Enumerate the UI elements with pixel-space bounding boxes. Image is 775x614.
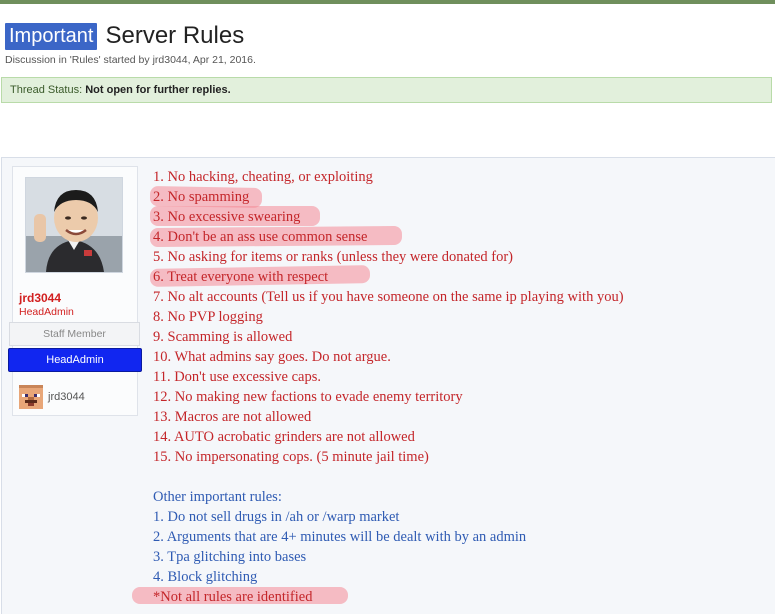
thread-status-value: Not open for further replies. (85, 84, 231, 96)
other-rule-line: 1. Do not sell drugs in /ah or /warp mar… (153, 509, 400, 525)
other-rule-line: 2. Arguments that are 4+ minutes will be… (153, 529, 527, 545)
mini-username: jrd3044 (48, 391, 85, 403)
rule-line: 6. Treat everyone with respect (153, 269, 329, 285)
thread-status-banner: Thread Status: Not open for further repl… (1, 77, 772, 103)
rule-line: 2. No spamming (153, 189, 250, 205)
avatar-photo-icon (26, 178, 122, 272)
rule-line: 8. No PVP logging (153, 309, 263, 325)
rule-line: 3. No excessive swearing (153, 209, 301, 225)
rule-line: 12. No making new factions to evade enem… (153, 389, 463, 405)
rule-line: 13. Macros are not allowed (153, 409, 312, 425)
user-group-badge: HeadAdmin (8, 348, 142, 372)
thread-status-label: Thread Status: (10, 84, 83, 96)
rule-line: 10. What admins say goes. Do not argue. (153, 349, 391, 365)
rule-line: 1. No hacking, cheating, or exploiting (153, 169, 373, 185)
rule-line: 7. No alt accounts (Tell us if you have … (153, 289, 624, 305)
rule-line: 15. No impersonating cops. (5 minute jai… (153, 449, 429, 465)
user-title: HeadAdmin (19, 306, 74, 318)
rule-line: 4. Don't be an ass use common sense (153, 229, 368, 245)
rule-line: 14. AUTO acrobatic grinders are not allo… (153, 429, 415, 445)
footnote: *Not all rules are identified (153, 589, 313, 605)
page-title: Server Rules (105, 22, 245, 49)
mini-user-row[interactable]: jrd3044 (19, 385, 85, 409)
staff-member-label: Staff Member (9, 322, 140, 346)
thread-title-row: Important Server Rules (5, 22, 244, 50)
other-rules-heading: Other important rules: (153, 489, 282, 505)
other-rule-line: 4. Block glitching (153, 569, 258, 585)
avatar[interactable] (25, 177, 123, 273)
thread-prefix-badge[interactable]: Important (5, 22, 98, 50)
pixel-avatar-icon (19, 385, 43, 409)
rule-line: 5. No asking for items or ranks (unless … (153, 249, 513, 265)
rule-line: 11. Don't use excessive caps. (153, 369, 321, 385)
rule-line: 9. Scamming is allowed (153, 329, 293, 345)
other-rule-line: 3. Tpa glitching into bases (153, 549, 307, 565)
post-body: 1. No hacking, cheating, or exploiting 2… (153, 167, 624, 607)
thread-meta: Discussion in 'Rules' started by jrd3044… (5, 54, 256, 66)
username-link[interactable]: jrd3044 (19, 291, 61, 305)
top-accent-bar (0, 0, 775, 4)
